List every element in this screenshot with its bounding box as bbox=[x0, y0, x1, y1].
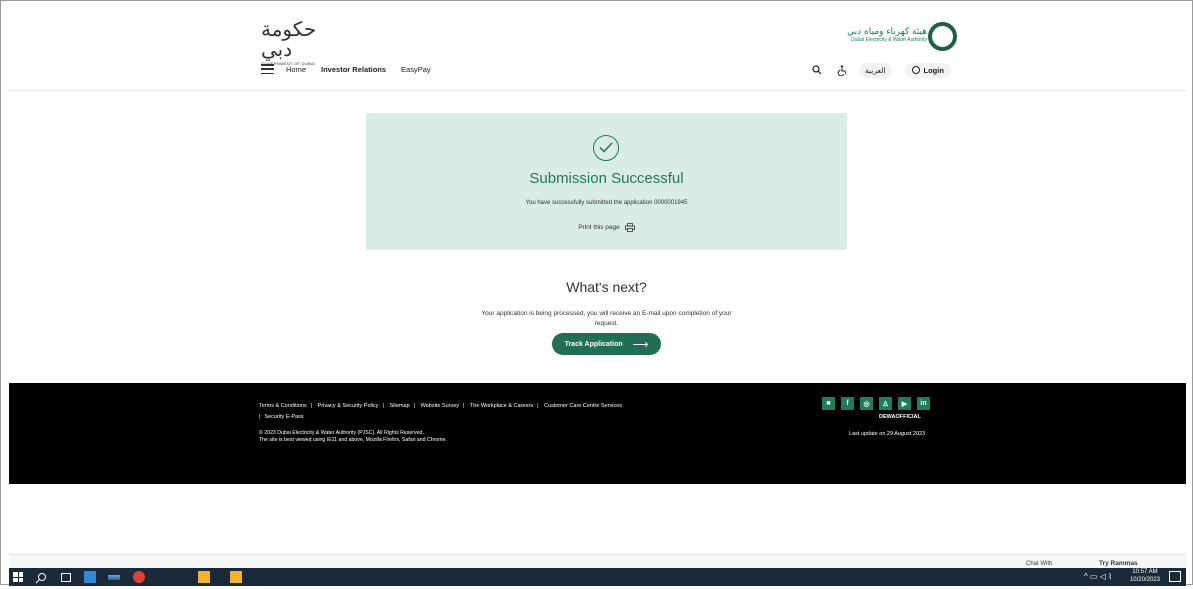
social-handle: DEWAOFFICIAL bbox=[879, 414, 921, 420]
linkedin-icon[interactable]: in bbox=[917, 397, 930, 410]
user-icon bbox=[911, 66, 920, 74]
youtube-icon[interactable]: ▶ bbox=[898, 397, 911, 410]
app-icon[interactable] bbox=[108, 575, 120, 580]
government-of-dubai-logo[interactable]: حكومة دبي GOVERNMENT OF DUBAI bbox=[261, 19, 331, 66]
page-bottom-strip bbox=[9, 554, 1186, 568]
chrome-icon[interactable] bbox=[133, 571, 145, 583]
dewa-logo-text: هيئة كهرباء ومياه دبي Dubai Electricity … bbox=[827, 27, 927, 43]
dewa-ring-icon bbox=[928, 22, 957, 51]
footer-link-security-epass[interactable]: Security E-Pass bbox=[264, 414, 303, 420]
header-tools: العربية Login bbox=[809, 61, 951, 79]
language-switch[interactable]: العربية bbox=[859, 62, 892, 78]
facebook-icon[interactable]: f bbox=[841, 397, 854, 410]
nav-investor-relations[interactable]: Investor Relations bbox=[321, 65, 386, 74]
success-card: Submission Successful You have successfu… bbox=[366, 113, 847, 250]
app-yellow-2-icon[interactable] bbox=[230, 571, 242, 583]
print-page-link[interactable]: Print this page bbox=[366, 223, 847, 232]
try-rammas-label[interactable]: Try Rammas bbox=[1099, 560, 1138, 567]
task-view-icon[interactable] bbox=[61, 573, 71, 582]
footer-link-careers[interactable]: The Workplace & Careers bbox=[470, 403, 533, 409]
dewa-logo[interactable]: هيئة كهرباء ومياه دبي Dubai Electricity … bbox=[827, 17, 957, 57]
whats-next-text: Your application is being processed, you… bbox=[481, 310, 732, 327]
print-label: Print this page bbox=[578, 224, 620, 231]
app-yellow-icon[interactable] bbox=[198, 571, 210, 583]
login-button[interactable]: Login bbox=[904, 62, 951, 78]
browser-frame: حكومة دبي GOVERNMENT OF DUBAI هيئة كهربا… bbox=[0, 0, 1193, 586]
gov-logo-arabic: حكومة دبي bbox=[261, 17, 317, 61]
search-icon[interactable] bbox=[809, 62, 825, 78]
instagram-square-icon[interactable]: ■ bbox=[822, 397, 835, 410]
footer-link-customer-care[interactable]: Customer Care Centre Services bbox=[544, 403, 622, 409]
whats-next-title: What's next? bbox=[566, 279, 647, 295]
social-links: ■ f ◎ ♙ ▶ in bbox=[822, 397, 936, 410]
printer-icon bbox=[624, 223, 635, 232]
windows-taskbar: ^ ▭ ◁ ⌇ 10:57 AM 10/20/2023 bbox=[9, 568, 1186, 586]
nav-easypay[interactable]: EasyPay bbox=[401, 65, 431, 74]
system-tray-icons[interactable]: ^ ▭ ◁ ⌇ bbox=[1084, 572, 1112, 581]
file-explorer-icon[interactable] bbox=[84, 571, 96, 583]
arrow-right-icon: ⟶ bbox=[632, 338, 649, 351]
chat-with-label[interactable]: Chat With bbox=[1026, 561, 1052, 567]
nav-home[interactable]: Home bbox=[286, 65, 306, 74]
hamburger-menu-icon[interactable] bbox=[261, 64, 274, 74]
accessibility-icon[interactable] bbox=[834, 62, 850, 78]
track-application-label: Track Application bbox=[564, 340, 623, 348]
track-application-button[interactable]: Track Application ⟶ bbox=[552, 333, 661, 355]
copyright-text: © 2023 Dubai Electricity & Water Authori… bbox=[259, 430, 424, 436]
site-footer: Terms & Conditions | Privacy & Security P… bbox=[9, 383, 1186, 484]
success-title: Submission Successful bbox=[529, 170, 684, 187]
clock-time: 10:57 AM bbox=[1132, 569, 1158, 575]
footer-link-terms[interactable]: Terms & Conditions bbox=[259, 403, 307, 409]
clock[interactable]: 10:57 AM 10/20/2023 bbox=[1130, 568, 1160, 584]
instagram-icon[interactable]: ◎ bbox=[860, 397, 873, 410]
last-update: Last update on 29 August 2023 bbox=[849, 431, 926, 437]
footer-links: Terms & Conditions | Privacy & Security P… bbox=[259, 403, 623, 420]
search-taskbar-icon[interactable] bbox=[35, 571, 47, 584]
footer-link-survey[interactable]: Website Survey bbox=[421, 403, 459, 409]
site-header: حكومة دبي GOVERNMENT OF DUBAI هيئة كهربا… bbox=[9, 9, 1186, 91]
dewa-logo-arabic: هيئة كهرباء ومياه دبي bbox=[847, 27, 927, 37]
snapchat-icon[interactable]: ♙ bbox=[879, 397, 892, 410]
dewa-logo-english: Dubai Electricity & Water Authority bbox=[851, 37, 927, 43]
check-circle-icon bbox=[593, 135, 619, 161]
browser-note: The site is best viewed using IE11 and a… bbox=[259, 437, 447, 443]
footer-link-sitemap[interactable]: Sitemap bbox=[389, 403, 409, 409]
footer-link-privacy[interactable]: Privacy & Security Policy bbox=[318, 403, 379, 409]
success-message: You have successfully submitted the appl… bbox=[525, 200, 688, 206]
login-label: Login bbox=[923, 65, 944, 75]
windows-start-icon[interactable] bbox=[13, 572, 23, 582]
clock-date: 10/20/2023 bbox=[1129, 577, 1160, 583]
notification-icon[interactable] bbox=[1169, 571, 1181, 582]
footer-copyright: © 2023 Dubai Electricity & Water Authori… bbox=[259, 430, 659, 444]
main-nav: Home Investor Relations EasyPay bbox=[261, 61, 446, 77]
